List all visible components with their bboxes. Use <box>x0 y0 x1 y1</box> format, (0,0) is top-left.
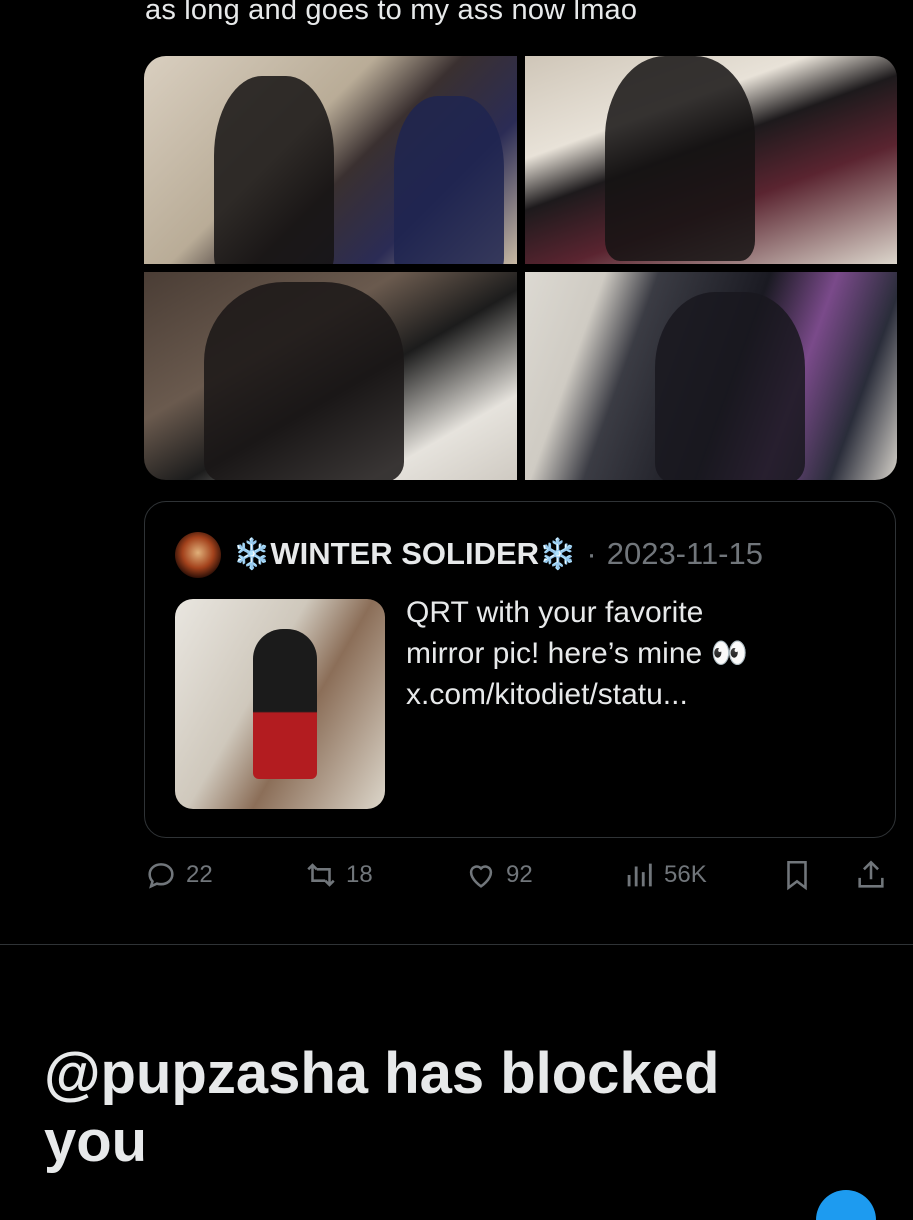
blocked-message-line: you <box>44 1109 148 1174</box>
share-icon <box>858 860 884 888</box>
reply-count: 22 <box>186 861 213 888</box>
reply-button[interactable]: 22 <box>144 858 213 892</box>
quoted-tweet-text: QRT with your favorite mirror pic! here’… <box>406 592 846 715</box>
like-count: 92 <box>506 861 533 888</box>
views-button[interactable]: 56K <box>622 858 707 892</box>
quoted-user-name[interactable]: WINTER SOLIDER <box>270 536 539 572</box>
photo-3[interactable] <box>144 272 517 480</box>
bookmark-button[interactable] <box>780 858 814 892</box>
retweet-icon <box>307 863 335 887</box>
media-grid[interactable] <box>144 56 897 480</box>
quoted-tweet-thumbnail[interactable] <box>175 599 385 809</box>
separator-dot: · <box>586 536 597 571</box>
bookmark-icon <box>787 860 807 891</box>
quoted-text-line: QRT with your favorite <box>406 596 704 629</box>
quoted-tweet-date[interactable]: 2023-11-15 <box>607 536 763 572</box>
views-chart-icon <box>627 863 652 887</box>
divider <box>0 944 913 945</box>
reply-icon <box>148 863 174 889</box>
photo-2[interactable] <box>524 56 897 264</box>
views-count: 56K <box>664 861 707 888</box>
blocked-message-line: @pupzasha has blocked <box>44 1041 720 1106</box>
quoted-text-line: mirror pic! here’s mine 👀 <box>406 637 748 670</box>
like-button[interactable]: 92 <box>464 858 533 892</box>
heart-icon <box>469 865 493 888</box>
retweet-count: 18 <box>346 861 373 888</box>
snowflake-icon: ❄️ <box>539 537 577 571</box>
quoted-tweet-header: ❄️ WINTER SOLIDER ❄️ · 2023-11-15 <box>233 536 763 572</box>
retweet-button[interactable]: 18 <box>304 858 373 892</box>
quoted-user-avatar[interactable] <box>175 532 221 578</box>
tweet-actions-bar: 22 18 92 56K <box>144 858 896 902</box>
snowflake-icon: ❄️ <box>233 537 271 571</box>
tweet-text: as long and goes to my ass now lmao <box>145 0 638 26</box>
photo-1[interactable] <box>144 56 517 264</box>
mirror-selfie-figure <box>253 629 317 779</box>
share-button[interactable] <box>854 858 888 892</box>
compose-button[interactable] <box>816 1190 876 1220</box>
blocked-message: @pupzasha has blocked you <box>44 1040 864 1176</box>
photo-4[interactable] <box>524 272 897 480</box>
quoted-text-link[interactable]: x.com/kitodiet/statu... <box>406 674 846 715</box>
quoted-tweet-card[interactable]: ❄️ WINTER SOLIDER ❄️ · 2023-11-15 QRT wi… <box>144 501 896 838</box>
